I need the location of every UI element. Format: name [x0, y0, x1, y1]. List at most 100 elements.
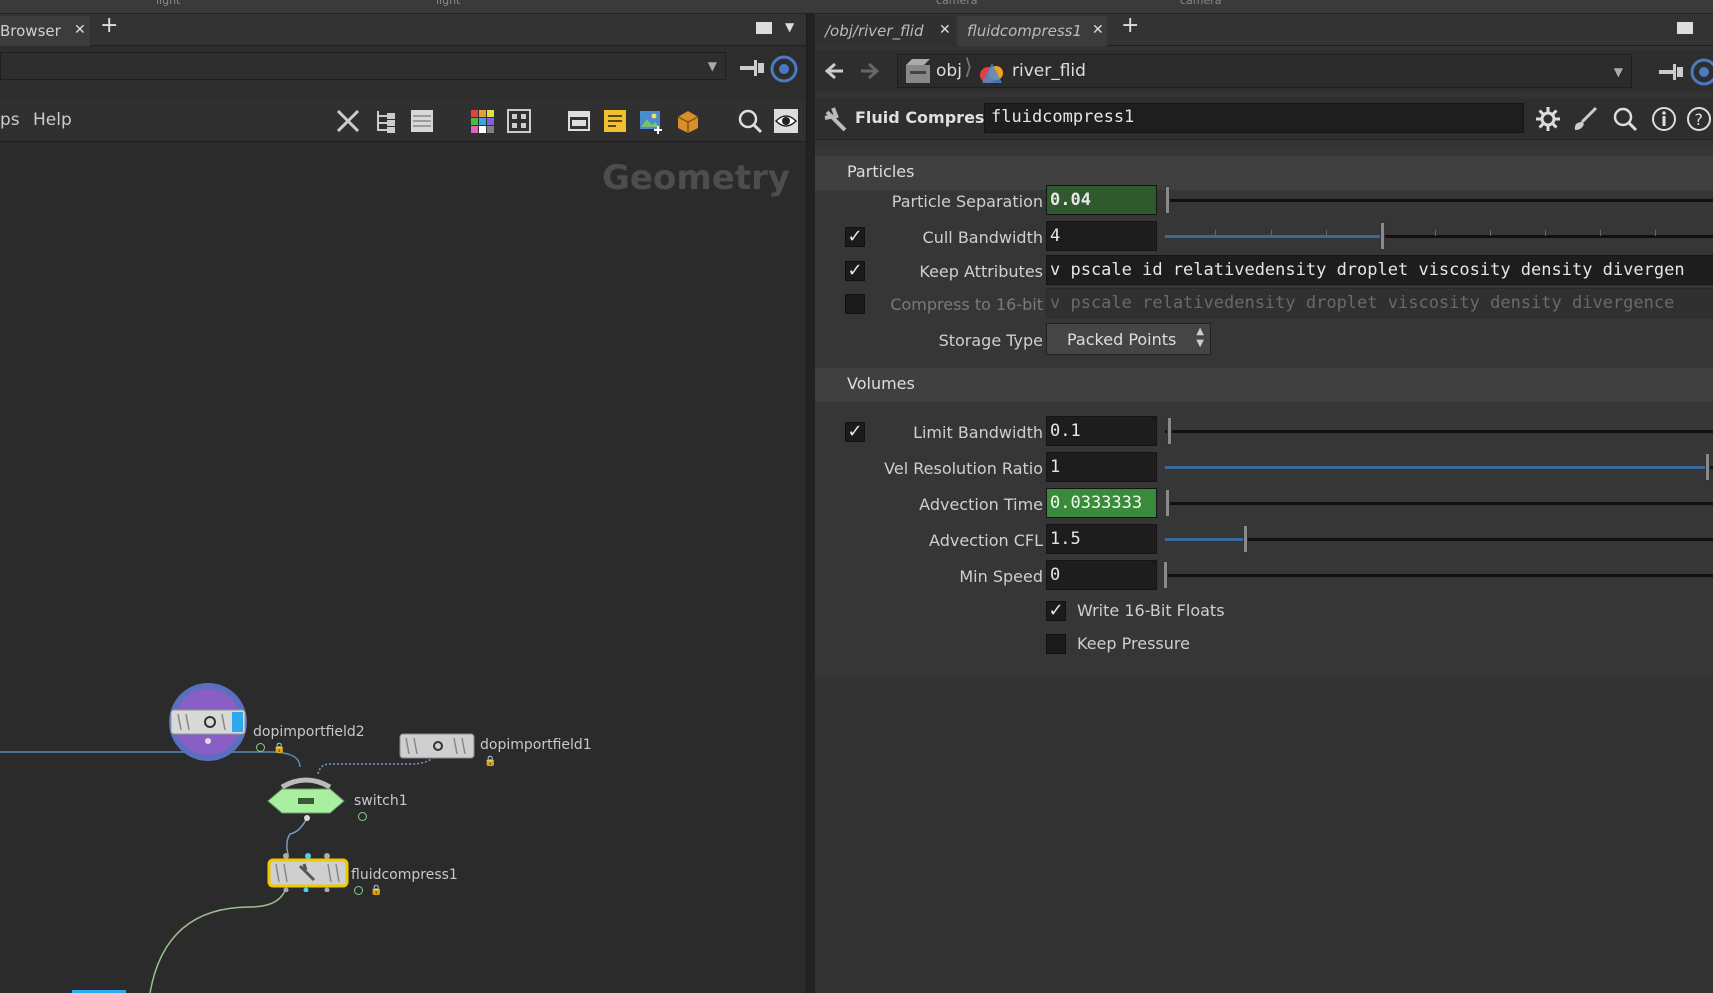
lock-icon: 🔒 — [484, 756, 497, 767]
color-palette-icon[interactable] — [469, 108, 495, 134]
advection-time-field[interactable]: 0.0333333 — [1046, 488, 1157, 518]
tab-obj-river-flid[interactable]: /obj/river_flid — [815, 16, 955, 46]
pin-icon[interactable] — [736, 56, 766, 80]
help-icon[interactable]: ? — [1686, 106, 1712, 132]
keep-pressure-checkbox[interactable] — [1046, 634, 1066, 654]
particle-separation-slider[interactable] — [1165, 199, 1713, 202]
advection-cfl-field[interactable]: 1.5 — [1046, 524, 1157, 554]
close-icon[interactable]: ✕ — [1092, 22, 1104, 38]
top-strip-label: camera — [1180, 0, 1222, 7]
pane-divider[interactable] — [806, 14, 815, 993]
slider-tick — [1435, 230, 1436, 236]
tools-icon[interactable] — [335, 108, 361, 134]
eye-icon[interactable] — [773, 108, 799, 134]
slider-handle[interactable] — [1243, 525, 1248, 553]
back-arrow-icon[interactable] — [821, 58, 847, 84]
slider-tick — [1326, 230, 1327, 236]
menu-bar: ps Help — [0, 100, 806, 142]
breadcrumb[interactable]: obj ⟩ river_flid ▼ — [897, 54, 1632, 88]
subnet-box-icon[interactable] — [675, 108, 701, 134]
node-name-field[interactable]: fluidcompress1 — [984, 103, 1524, 133]
slider-handle[interactable] — [1380, 222, 1385, 250]
min-speed-field[interactable]: 0 — [1046, 560, 1157, 590]
slider-fill — [1165, 538, 1245, 541]
wire — [0, 751, 301, 768]
network-view[interactable]: Geometry dopimportfield2 🔒 dopimportfiel… — [0, 142, 806, 993]
slider-handle[interactable] — [1165, 489, 1170, 517]
dopimportfield2-node[interactable] — [166, 680, 250, 764]
shape-palette-icon[interactable] — [506, 108, 532, 134]
advection-time-slider[interactable] — [1165, 502, 1713, 505]
river-flid-object-icon — [980, 63, 1003, 83]
left-tab-bar: Browser ✕ + ▼ — [0, 13, 806, 46]
brush-icon[interactable] — [1572, 106, 1598, 132]
node-header: Fluid Compress fluidcompress1 ? — [815, 98, 1713, 140]
limit-bandwidth-slider[interactable] — [1165, 430, 1713, 433]
cull-bandwidth-checkbox[interactable]: ✓ — [845, 227, 865, 247]
search-icon[interactable] — [1612, 106, 1638, 132]
pin-icon[interactable] — [1655, 60, 1685, 84]
vel-resolution-ratio-field[interactable]: 1 — [1046, 452, 1157, 482]
slider-handle[interactable] — [1163, 561, 1168, 589]
write-16bit-floats-checkbox[interactable]: ✓ — [1046, 601, 1066, 621]
slider-handle[interactable] — [1165, 186, 1170, 214]
maximize-icon[interactable] — [756, 22, 772, 34]
link-icon[interactable] — [770, 55, 798, 83]
spinner-arrows-icon: ▲ ▼ — [1196, 326, 1204, 349]
obj-context-icon — [906, 59, 930, 83]
navigation-bar: obj ⟩ river_flid ▼ — [815, 50, 1713, 92]
menu-item-help[interactable]: Help — [33, 110, 72, 130]
add-tab-icon[interactable]: + — [100, 13, 118, 38]
section-particles[interactable]: Particles — [815, 156, 1713, 190]
close-icon[interactable]: ✕ — [939, 22, 951, 38]
chevron-down-icon[interactable]: ▼ — [785, 20, 794, 34]
info-icon[interactable] — [1651, 106, 1677, 132]
fluidcompress1-node[interactable] — [266, 852, 350, 892]
top-strip-label: light — [436, 0, 461, 7]
limit-bandwidth-checkbox[interactable]: ✓ — [845, 422, 865, 442]
cull-bandwidth-field[interactable]: 4 — [1046, 221, 1157, 251]
keep-attributes-checkbox[interactable]: ✓ — [845, 261, 865, 281]
maximize-icon[interactable] — [1677, 22, 1693, 34]
chevron-down-icon[interactable]: ▼ — [1614, 65, 1623, 79]
close-icon[interactable]: ✕ — [74, 22, 86, 38]
list-icon[interactable] — [409, 108, 435, 134]
section-title: Particles — [847, 162, 915, 181]
search-icon[interactable] — [737, 108, 763, 134]
slider-handle[interactable] — [1167, 417, 1172, 445]
node-label: dopimportfield2 — [253, 724, 365, 740]
slider-handle[interactable] — [1705, 453, 1710, 481]
dopimportfield1-node[interactable] — [398, 732, 476, 762]
compress-16bit-checkbox[interactable] — [845, 294, 865, 314]
tree-icon[interactable] — [373, 108, 399, 134]
sticky-note-icon[interactable] — [602, 108, 628, 134]
breadcrumb-obj[interactable]: obj — [936, 55, 962, 87]
image-add-icon[interactable] — [638, 108, 664, 134]
parameter-pane: /obj/river_flid ✕ fluidcompress1 ✕ + obj… — [815, 13, 1713, 993]
menu-item-ops[interactable]: ps — [0, 110, 20, 130]
slider-tick — [1655, 230, 1656, 236]
path-bar[interactable]: ▼ — [0, 52, 726, 80]
write-16bit-floats-label: Write 16-Bit Floats — [1077, 601, 1225, 620]
keep-attributes-field[interactable]: v pscale id relativedensity droplet visc… — [1046, 255, 1713, 285]
slider-tick — [1545, 230, 1546, 236]
section-volumes[interactable]: Volumes — [815, 368, 1713, 402]
storage-type-dropdown[interactable]: Packed Points ▲ ▼ — [1046, 323, 1211, 355]
min-speed-slider[interactable] — [1165, 574, 1713, 577]
node-label: switch1 — [354, 793, 408, 809]
breadcrumb-river-flid[interactable]: river_flid — [1012, 55, 1086, 87]
limit-bandwidth-field[interactable]: 0.1 — [1046, 416, 1157, 446]
switch1-node[interactable] — [264, 771, 348, 821]
add-tab-icon[interactable]: + — [1121, 13, 1139, 38]
fluid-compress-node-icon — [824, 107, 847, 132]
chevron-down-icon[interactable]: ▼ — [708, 59, 717, 73]
tab-fluidcompress1[interactable]: fluidcompress1 — [957, 16, 1107, 46]
gear-icon[interactable] — [1535, 106, 1561, 132]
particle-separation-field[interactable]: 0.04 — [1046, 185, 1157, 215]
top-strip-label: light — [156, 0, 181, 7]
forward-arrow-icon[interactable] — [857, 58, 883, 84]
compress-16bit-field[interactable]: v pscale relativedensity droplet viscosi… — [1046, 288, 1713, 318]
network-box-icon[interactable] — [566, 108, 592, 134]
link-icon[interactable] — [1690, 58, 1713, 86]
node-flag-icon — [358, 812, 367, 821]
